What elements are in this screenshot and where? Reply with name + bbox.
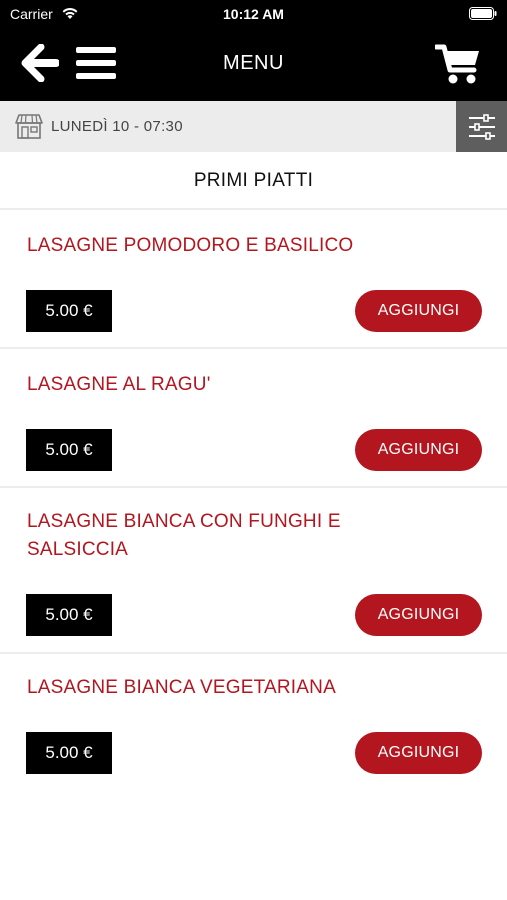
filter-button[interactable]: [456, 101, 507, 152]
menu-item: LASAGNE BIANCA VEGETARIANA 5.00 € AGGIUN…: [0, 654, 507, 793]
navigation-bar: MENU: [0, 28, 507, 101]
status-time: 10:12 AM: [223, 6, 284, 22]
add-to-cart-button[interactable]: AGGIUNGI: [355, 732, 482, 774]
item-price: 5.00 €: [26, 290, 112, 332]
item-name: LASAGNE BIANCA VEGETARIANA: [27, 677, 336, 698]
status-bar: Carrier 10:12 AM: [0, 0, 507, 28]
add-to-cart-button[interactable]: AGGIUNGI: [355, 594, 482, 636]
delivery-info-bar: LUNEDÌ 10 - 07:30: [0, 101, 507, 152]
sliders-icon: [469, 114, 495, 140]
item-price: 5.00 €: [26, 594, 112, 636]
add-to-cart-button[interactable]: AGGIUNGI: [355, 290, 482, 332]
menu-item: LASAGNE BIANCA CON FUNGHI E SALSICCIA 5.…: [0, 488, 507, 654]
battery-icon: [469, 7, 497, 20]
delivery-date: LUNEDÌ 10 - 07:30: [51, 118, 183, 135]
cart-icon: [433, 44, 479, 84]
arrow-left-icon: [21, 43, 60, 83]
hamburger-icon: [76, 47, 116, 79]
shop-icon: [15, 114, 43, 139]
back-button[interactable]: [21, 43, 60, 83]
add-to-cart-button[interactable]: AGGIUNGI: [355, 429, 482, 471]
item-name: LASAGNE BIANCA CON FUNGHI E SALSICCIA: [27, 511, 341, 560]
item-price: 5.00 €: [26, 429, 112, 471]
item-price: 5.00 €: [26, 732, 112, 774]
category-title: PRIMI PIATTI: [0, 152, 507, 210]
menu-item-list: LASAGNE POMODORO E BASILICO 5.00 € AGGIU…: [0, 210, 507, 793]
app-header: Carrier 10:12 AM MENU: [0, 0, 507, 101]
item-name: LASAGNE AL RAGU': [27, 374, 211, 395]
item-name: LASAGNE POMODORO E BASILICO: [27, 235, 354, 256]
menu-button[interactable]: [76, 46, 116, 80]
menu-item: LASAGNE AL RAGU' 5.00 € AGGIUNGI: [0, 349, 507, 488]
menu-item: LASAGNE POMODORO E BASILICO 5.00 € AGGIU…: [0, 210, 507, 349]
cart-button[interactable]: [433, 43, 481, 85]
